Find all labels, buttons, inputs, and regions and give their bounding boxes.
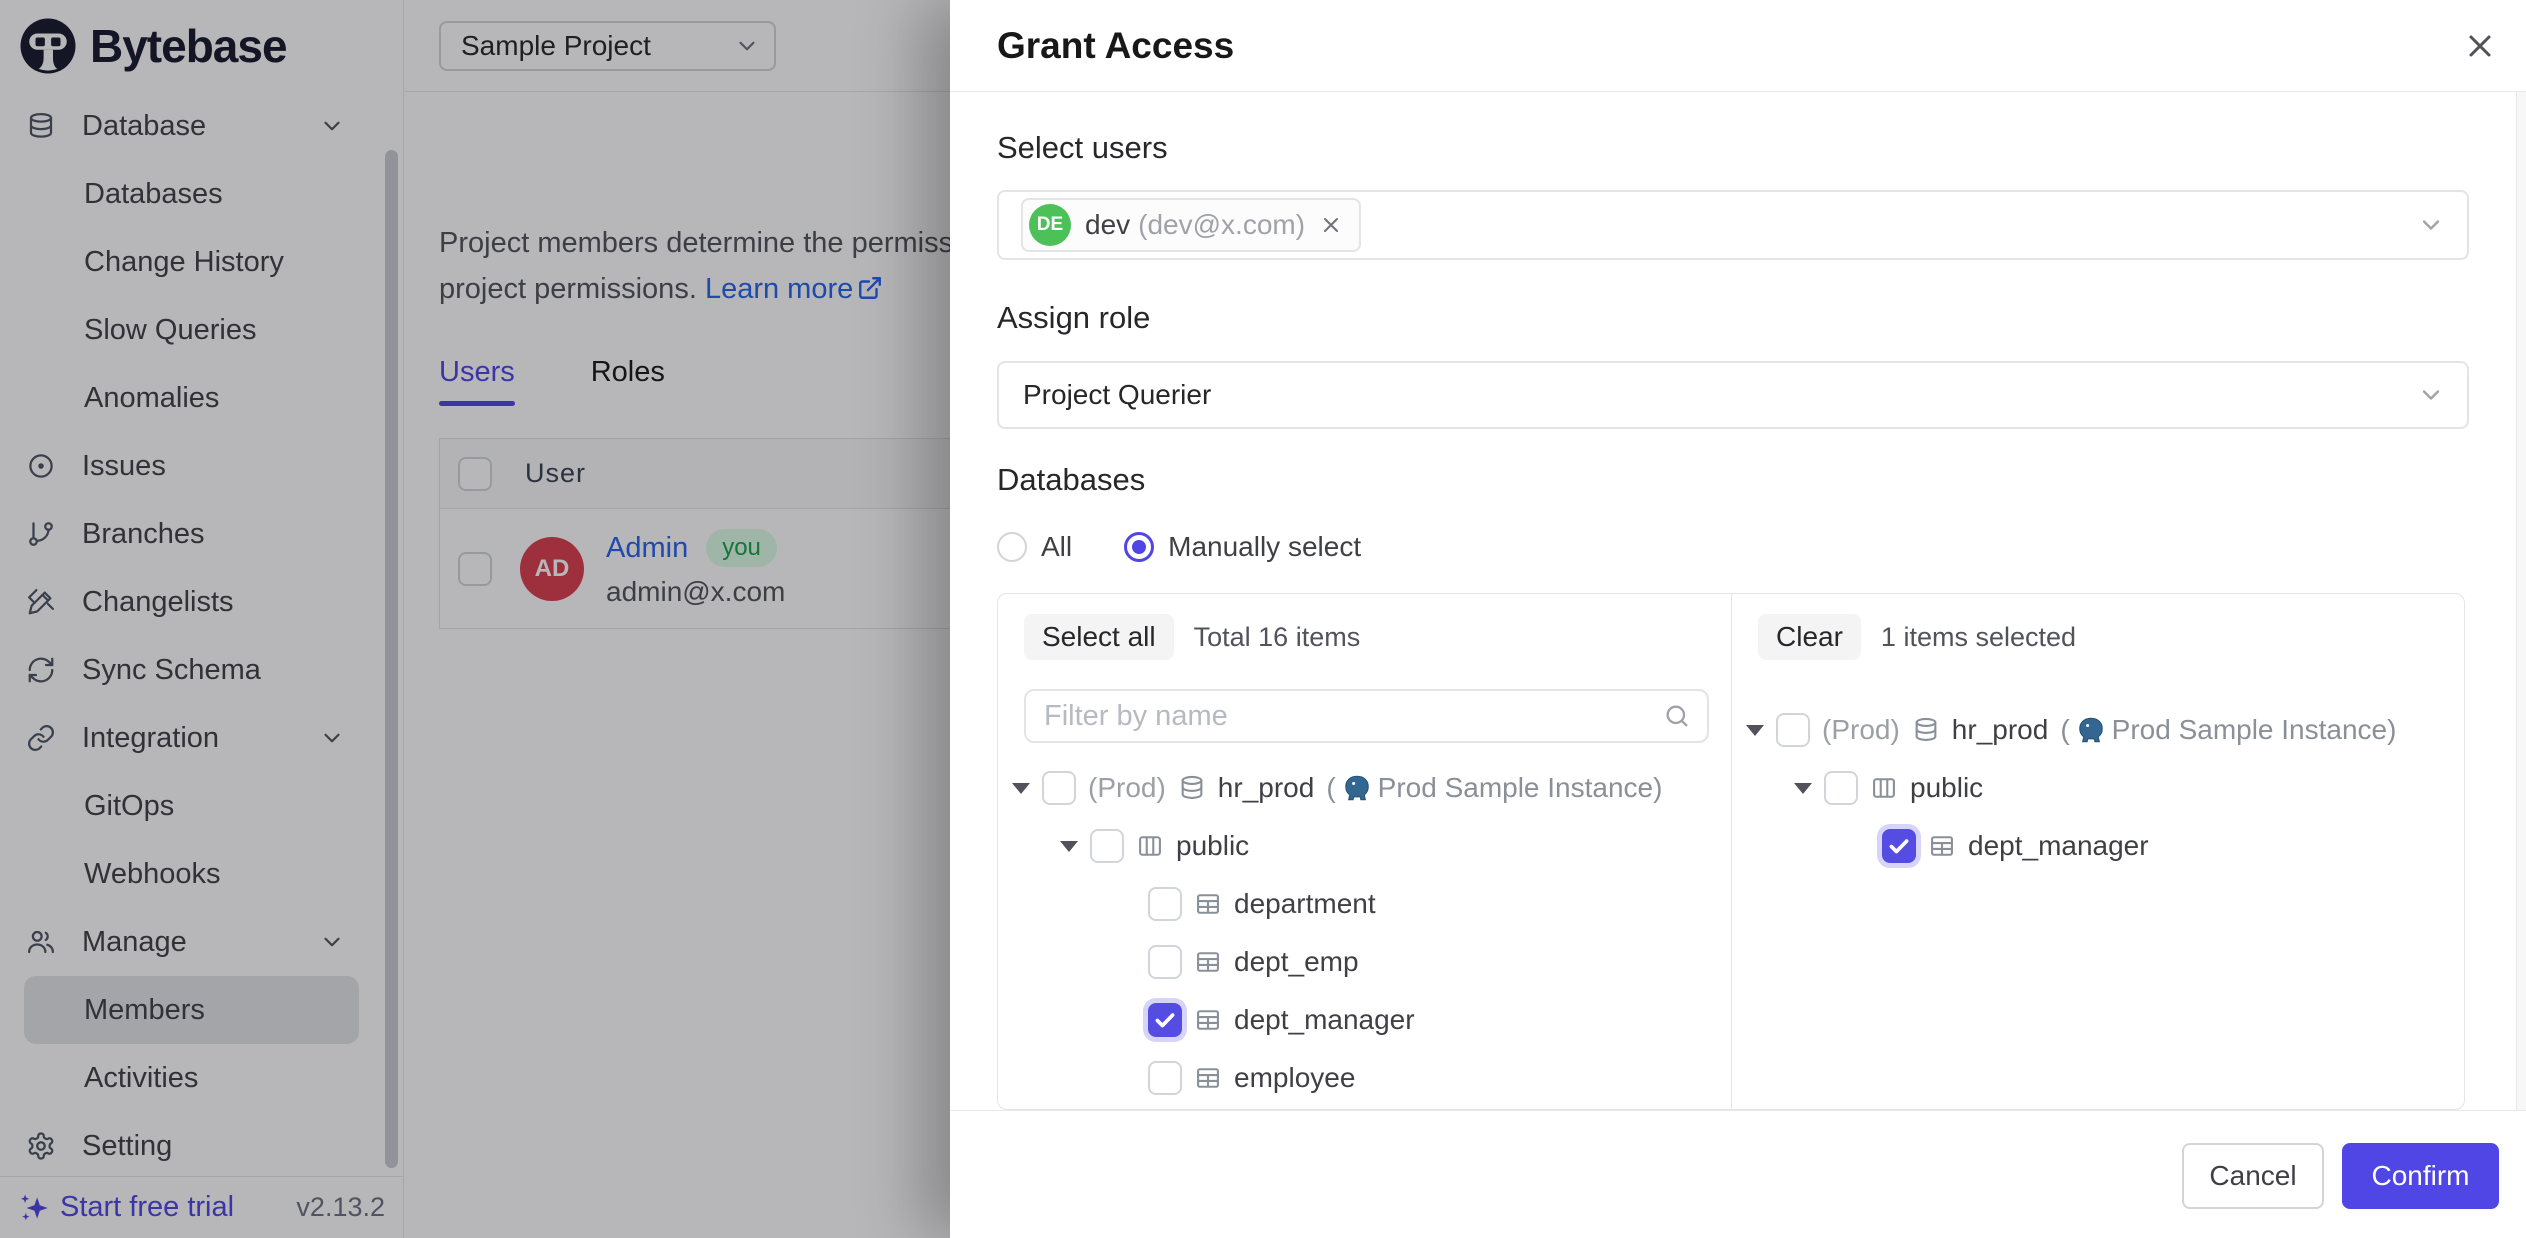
radio-manual-label: Manually select — [1168, 531, 1361, 563]
chip-user-email: (dev@x.com) — [1138, 209, 1305, 241]
database-transfer-list: Select all Total 16 items (Prod) hr_prod — [997, 593, 2465, 1110]
node-label: employee — [1234, 1062, 1355, 1094]
total-items-count: Total 16 items — [1194, 622, 1361, 653]
node-label: public — [1910, 772, 1983, 804]
close-icon[interactable] — [2460, 26, 2500, 66]
node-checkbox[interactable] — [1090, 829, 1124, 863]
node-label: dept_emp — [1234, 946, 1359, 978]
node-label: dept_manager — [1234, 1004, 1415, 1036]
node-label: hr_prod — [1952, 714, 2049, 746]
expander-caret[interactable] — [1060, 841, 1078, 852]
node-label: dept_manager — [1968, 830, 2149, 862]
select-users-label: Select users — [997, 130, 1168, 166]
tree-node-schema: public — [1732, 759, 2464, 817]
table-icon — [1194, 948, 1222, 976]
transfer-source-panel: Select all Total 16 items (Prod) hr_prod — [998, 594, 1731, 1109]
node-checkbox[interactable] — [1148, 945, 1182, 979]
modal-title: Grant Access — [997, 25, 1234, 67]
selected-tree: (Prod) hr_prod ( Prod Sample Instance) — [1732, 701, 2464, 875]
node-label: hr_prod — [1218, 772, 1315, 804]
selected-user-chip: DE dev (dev@x.com) — [1021, 198, 1361, 252]
clear-button[interactable]: Clear — [1758, 614, 1861, 660]
modal-footer: Cancel Confirm — [950, 1110, 2526, 1238]
tree-node-table: department — [998, 875, 1731, 933]
source-tree: (Prod) hr_prod ( Prod Sample Instance) — [998, 759, 1731, 1107]
tree-node-database: (Prod) hr_prod ( Prod Sample Instance) — [998, 759, 1731, 817]
tree-node-table: dept_emp — [998, 933, 1731, 991]
selected-items-count: 1 items selected — [1881, 622, 2076, 653]
schema-icon — [1870, 774, 1898, 802]
node-label: department — [1234, 888, 1376, 920]
modal-scrollbar[interactable] — [2516, 92, 2526, 1238]
node-checkbox[interactable] — [1824, 771, 1858, 805]
table-icon — [1928, 832, 1956, 860]
node-checkbox-checked[interactable] — [1882, 829, 1916, 863]
radio-manually-select[interactable] — [1124, 532, 1154, 562]
database-scope-radios: All Manually select — [997, 522, 1361, 572]
postgresql-icon — [1342, 773, 1372, 803]
search-icon — [1663, 702, 1691, 735]
schema-icon — [1136, 832, 1164, 860]
node-label: public — [1176, 830, 1249, 862]
tree-node-table: dept_manager — [998, 991, 1731, 1049]
table-icon — [1194, 1064, 1222, 1092]
confirm-button[interactable]: Confirm — [2342, 1143, 2499, 1209]
table-icon — [1194, 890, 1222, 918]
filter-field — [1024, 689, 1709, 743]
transfer-selected-panel: Clear 1 items selected (Prod) hr_prod ( … — [1731, 594, 2464, 1109]
node-checkbox[interactable] — [1042, 771, 1076, 805]
node-checkbox-checked[interactable] — [1148, 1003, 1182, 1037]
postgresql-icon — [2076, 715, 2106, 745]
modal-header: Grant Access — [950, 0, 2526, 92]
avatar: DE — [1029, 204, 1071, 246]
role-value: Project Querier — [1023, 379, 1211, 411]
chevron-down-icon — [2417, 381, 2445, 409]
users-multiselect[interactable]: DE dev (dev@x.com) — [997, 190, 2469, 260]
database-icon — [1912, 716, 1940, 744]
modal-backdrop[interactable] — [0, 0, 950, 1238]
grant-access-modal: Grant Access Select users DE dev (dev@x.… — [950, 0, 2526, 1238]
tree-node-table: dept_manager — [1732, 817, 2464, 875]
tree-node-table: employee — [998, 1049, 1731, 1107]
assign-role-label: Assign role — [997, 300, 1150, 336]
expander-caret[interactable] — [1746, 725, 1764, 736]
chip-user-name: dev — [1085, 209, 1130, 241]
tree-node-schema: public — [998, 817, 1731, 875]
table-icon — [1194, 1006, 1222, 1034]
expander-caret[interactable] — [1794, 783, 1812, 794]
radio-all-label: All — [1041, 531, 1072, 563]
node-checkbox[interactable] — [1776, 713, 1810, 747]
radio-all[interactable] — [997, 532, 1027, 562]
filter-input[interactable] — [1026, 691, 1707, 741]
cancel-button[interactable]: Cancel — [2182, 1143, 2324, 1209]
chevron-down-icon — [2417, 211, 2445, 239]
databases-label: Databases — [997, 462, 1145, 498]
tree-node-database: (Prod) hr_prod ( Prod Sample Instance) — [1732, 701, 2464, 759]
bytebase-app: Bytebase Database Databases Change Histo… — [0, 0, 2526, 1238]
node-checkbox[interactable] — [1148, 1061, 1182, 1095]
expander-caret[interactable] — [1012, 783, 1030, 794]
select-all-button[interactable]: Select all — [1024, 614, 1174, 660]
role-select[interactable]: Project Querier — [997, 361, 2469, 429]
node-checkbox[interactable] — [1148, 887, 1182, 921]
remove-user-icon[interactable] — [1319, 213, 1343, 237]
database-icon — [1178, 774, 1206, 802]
